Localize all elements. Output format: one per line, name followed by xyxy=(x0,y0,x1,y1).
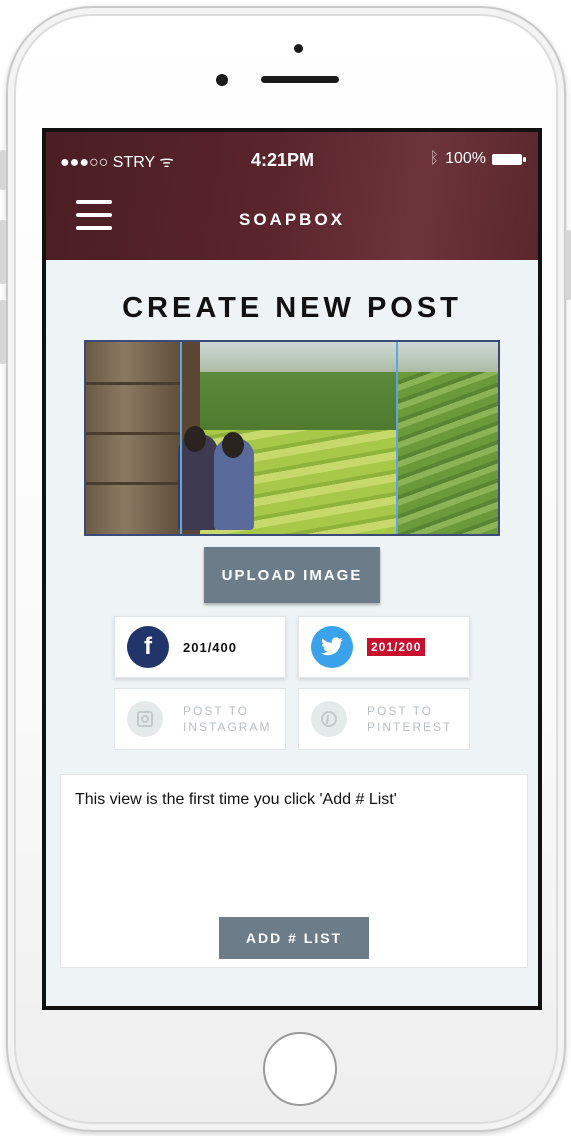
status-time: 4:21PM xyxy=(251,150,315,170)
volume-up-button xyxy=(0,220,6,284)
post-text-content: This view is the first time you click 'A… xyxy=(75,791,397,808)
post-image-preview xyxy=(84,340,500,536)
app-title: SOAPBOX xyxy=(238,210,346,229)
twitter-card[interactable]: 201/200 xyxy=(298,616,470,678)
twitter-icon xyxy=(311,626,353,668)
image-terraces-right xyxy=(398,372,498,534)
post-to-pinterest-label: POST TO PINTEREST xyxy=(367,704,453,734)
home-button[interactable] xyxy=(263,1032,337,1106)
facebook-card[interactable]: f 201/400 xyxy=(114,616,286,678)
battery-icon xyxy=(492,153,526,165)
earpiece-speaker xyxy=(261,76,339,83)
battery-percent: 100% xyxy=(445,150,486,167)
image-wooden-door xyxy=(86,342,182,534)
sensor-dot xyxy=(294,44,303,53)
page-title: CREATE NEW POST xyxy=(122,292,462,324)
post-to-instagram-card[interactable]: POST TO INSTAGRAM xyxy=(114,688,286,750)
image-crop-selection[interactable] xyxy=(180,342,398,534)
battery-status: ᛒ 100% xyxy=(429,150,526,168)
post-to-pinterest-card[interactable]: POST TO PINTEREST xyxy=(298,688,470,750)
facebook-icon: f xyxy=(127,626,169,668)
power-button xyxy=(565,230,571,300)
upload-image-button[interactable]: UPLOAD IMAGE xyxy=(204,547,380,603)
mute-switch xyxy=(0,150,6,190)
volume-down-button xyxy=(0,300,6,364)
pinterest-icon xyxy=(311,701,347,737)
app-view: ●●●○○ STRY ᯤ 4:21PM ᛒ 100% SOAPBOX CREAT… xyxy=(46,132,538,1006)
post-to-instagram-label: POST TO INSTAGRAM xyxy=(183,704,272,734)
app-header: ●●●○○ STRY ᯤ 4:21PM ᛒ 100% SOAPBOX xyxy=(46,132,538,260)
post-text-input[interactable]: This view is the first time you click 'A… xyxy=(60,774,528,968)
phone-screen: ●●●○○ STRY ᯤ 4:21PM ᛒ 100% SOAPBOX CREAT… xyxy=(42,128,542,1010)
bluetooth-icon: ᛒ xyxy=(429,150,440,167)
front-camera xyxy=(216,74,228,86)
facebook-char-count: 201/400 xyxy=(183,639,237,655)
carrier-signal: ●●●○○ STRY ᯤ xyxy=(60,154,174,171)
twitter-char-count: 201/200 xyxy=(367,638,426,656)
add-list-button[interactable]: ADD # LIST xyxy=(219,917,369,959)
instagram-icon xyxy=(127,701,163,737)
